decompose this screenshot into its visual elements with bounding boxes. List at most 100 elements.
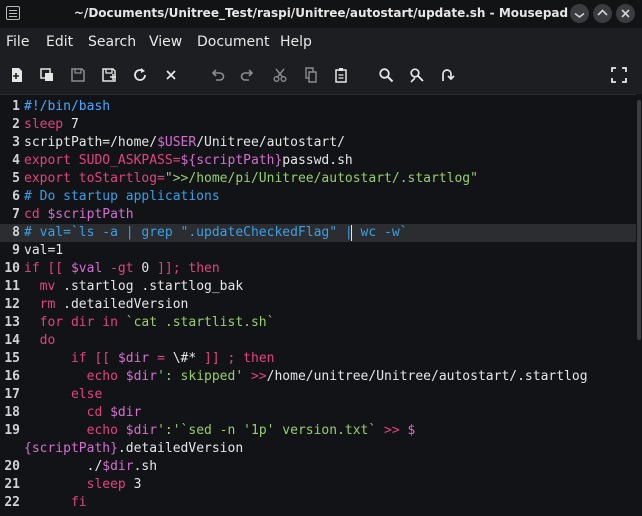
line-number: 13 xyxy=(4,315,20,330)
code-line[interactable]: 4 export SUDO_ASKPASS=${scriptPath}passwd… xyxy=(0,152,642,170)
save-icon xyxy=(71,68,85,82)
line-number: 10 xyxy=(4,261,20,276)
code-line[interactable]: 3 scriptPath=/home/$USER/Unitree/autostar… xyxy=(0,134,642,152)
menu-bar: File Edit Search View Document Help xyxy=(0,28,642,58)
close-window-button[interactable] xyxy=(616,4,635,23)
line-number: 20 xyxy=(4,459,20,474)
code-token: SUDO_ASKPASS= xyxy=(70,153,181,168)
code-line[interactable]: 16 echo $dir': skipped' >>/home/unitree/… xyxy=(0,368,642,386)
code-line[interactable]: 21 sleep 3 xyxy=(0,476,642,494)
code-text: cd $scriptPath xyxy=(24,206,134,224)
save-as-button[interactable] xyxy=(100,66,118,84)
code-token: $dir xyxy=(117,423,158,438)
cut-icon xyxy=(273,68,287,82)
code-token: # val=`ls -a | grep ".updateCheckedFlag"… xyxy=(24,225,408,240)
code-token: echo xyxy=(24,369,118,384)
code-token: ': skipped' xyxy=(157,369,244,384)
code-token: if xyxy=(24,351,87,366)
code-token: \#* xyxy=(172,351,197,366)
code-token: 3 xyxy=(125,477,142,492)
title-bar: ~/Documents/Unitree_Test/raspi/Unitree/a… xyxy=(0,0,642,28)
undo-button[interactable] xyxy=(209,66,227,84)
menu-document[interactable]: Document xyxy=(197,34,270,50)
code-text: echo $dir':'`sed -n '1p' version.txt` >>… xyxy=(24,422,416,440)
paste-icon xyxy=(335,68,347,83)
menu-file[interactable]: File xyxy=(6,34,29,50)
cut-button[interactable] xyxy=(271,66,289,84)
menu-help[interactable]: Help xyxy=(280,34,312,50)
code-line[interactable]: 8 # val=`ls -a | grep ".updateCheckedFlag… xyxy=(0,224,642,242)
code-token: #!/bin/bash xyxy=(24,99,111,114)
code-token: `sed -n '1p' version.txt` xyxy=(180,423,377,438)
find-button[interactable] xyxy=(377,66,395,84)
code-token: [[ xyxy=(39,261,71,276)
find-replace-button[interactable] xyxy=(408,66,426,84)
line-number: 7 xyxy=(12,207,20,222)
close-window-icon xyxy=(621,9,630,18)
code-token: [[ xyxy=(86,351,118,366)
code-token: ${scriptPath} xyxy=(180,153,283,168)
mousepad-window: ~/Documents/Unitree_Test/raspi/Unitree/a… xyxy=(0,0,642,516)
code-line[interactable]: 6 # Do startup applications xyxy=(0,188,642,206)
fullscreen-button[interactable] xyxy=(610,66,628,84)
menu-view[interactable]: View xyxy=(149,34,182,50)
line-number: 17 xyxy=(4,387,20,402)
code-line[interactable]: 17 else xyxy=(0,386,642,404)
find-icon xyxy=(379,68,394,83)
code-token: else xyxy=(24,387,103,402)
code-line[interactable]: 7 cd $scriptPath xyxy=(0,206,642,224)
line-number: 3 xyxy=(12,135,20,150)
new-window-button[interactable] xyxy=(38,66,56,84)
code-token: # Do startup applications xyxy=(24,189,220,204)
copy-button[interactable] xyxy=(302,66,320,84)
code-line[interactable]: 10 if [[ $val -gt 0 ]]; then xyxy=(0,260,642,278)
code-token: $dir xyxy=(102,405,142,420)
menu-edit[interactable]: Edit xyxy=(46,34,73,50)
code-line[interactable]: 9 val=1 xyxy=(0,242,642,260)
menu-search[interactable]: Search xyxy=(88,34,136,50)
code-text: export toStartlog=">>/home/pi/Unitree/au… xyxy=(24,170,478,188)
reload-icon xyxy=(134,68,146,81)
code-token: cd xyxy=(24,207,40,222)
code-line[interactable]: 2 sleep 7 xyxy=(0,116,642,134)
code-line[interactable]: 1 #!/bin/bash xyxy=(0,98,642,116)
copy-icon xyxy=(305,67,317,83)
code-token: mv xyxy=(24,279,56,294)
minimize-button[interactable] xyxy=(570,4,589,23)
code-text: rm .detailedVersion xyxy=(24,296,189,314)
code-line[interactable]: 20 ./$dir.sh xyxy=(0,458,642,476)
code-text: ./$dir.sh xyxy=(24,458,157,476)
code-line[interactable]: 5 export toStartlog=">>/home/pi/Unitree/a… xyxy=(0,170,642,188)
code-token: scriptPath=/home/ xyxy=(24,135,158,150)
code-line[interactable]: {scriptPath}.detailedVersion xyxy=(0,440,642,458)
text-editor[interactable]: 1 #!/bin/bash 2 sleep 7 3 scriptPath=/home/$U… xyxy=(0,94,642,516)
line-number: 12 xyxy=(4,297,20,312)
code-line[interactable]: 22 fi xyxy=(0,494,642,512)
code-text: echo $dir': skipped' >>/home/unitree/Uni… xyxy=(24,368,588,386)
paste-button[interactable] xyxy=(332,66,350,84)
scrollbar-thumb[interactable] xyxy=(637,100,641,340)
save-as-icon xyxy=(102,68,116,82)
code-line[interactable]: 18 cd $dir xyxy=(0,404,642,422)
close-document-button[interactable] xyxy=(162,66,180,84)
code-line[interactable]: 11 mv .startlog .startlog_bak xyxy=(0,278,642,296)
code-line[interactable]: 15 if [[ $dir = \#* ]] ; then xyxy=(0,350,642,368)
redo-button[interactable] xyxy=(238,66,256,84)
code-token: 7 xyxy=(63,117,79,132)
code-line[interactable]: 13 for dir in `cat .startlist.sh` xyxy=(0,314,642,332)
code-token: $val xyxy=(70,261,103,276)
reload-button[interactable] xyxy=(131,66,149,84)
new-document-button[interactable] xyxy=(8,66,26,84)
code-line[interactable]: 14 do xyxy=(0,332,642,350)
code-token: ./ xyxy=(24,459,103,474)
code-token: export xyxy=(24,171,71,186)
line-number: 19 xyxy=(4,423,20,438)
maximize-button[interactable] xyxy=(593,4,612,23)
code-line[interactable]: 19 echo $dir':'`sed -n '1p' version.txt`… xyxy=(0,422,642,440)
code-line[interactable]: 12 rm .detailedVersion xyxy=(0,296,642,314)
code-token: 0 xyxy=(141,261,158,276)
goto-line-button[interactable] xyxy=(438,66,456,84)
close-icon xyxy=(166,70,176,80)
save-button[interactable] xyxy=(69,66,87,84)
minimize-icon xyxy=(574,12,585,19)
